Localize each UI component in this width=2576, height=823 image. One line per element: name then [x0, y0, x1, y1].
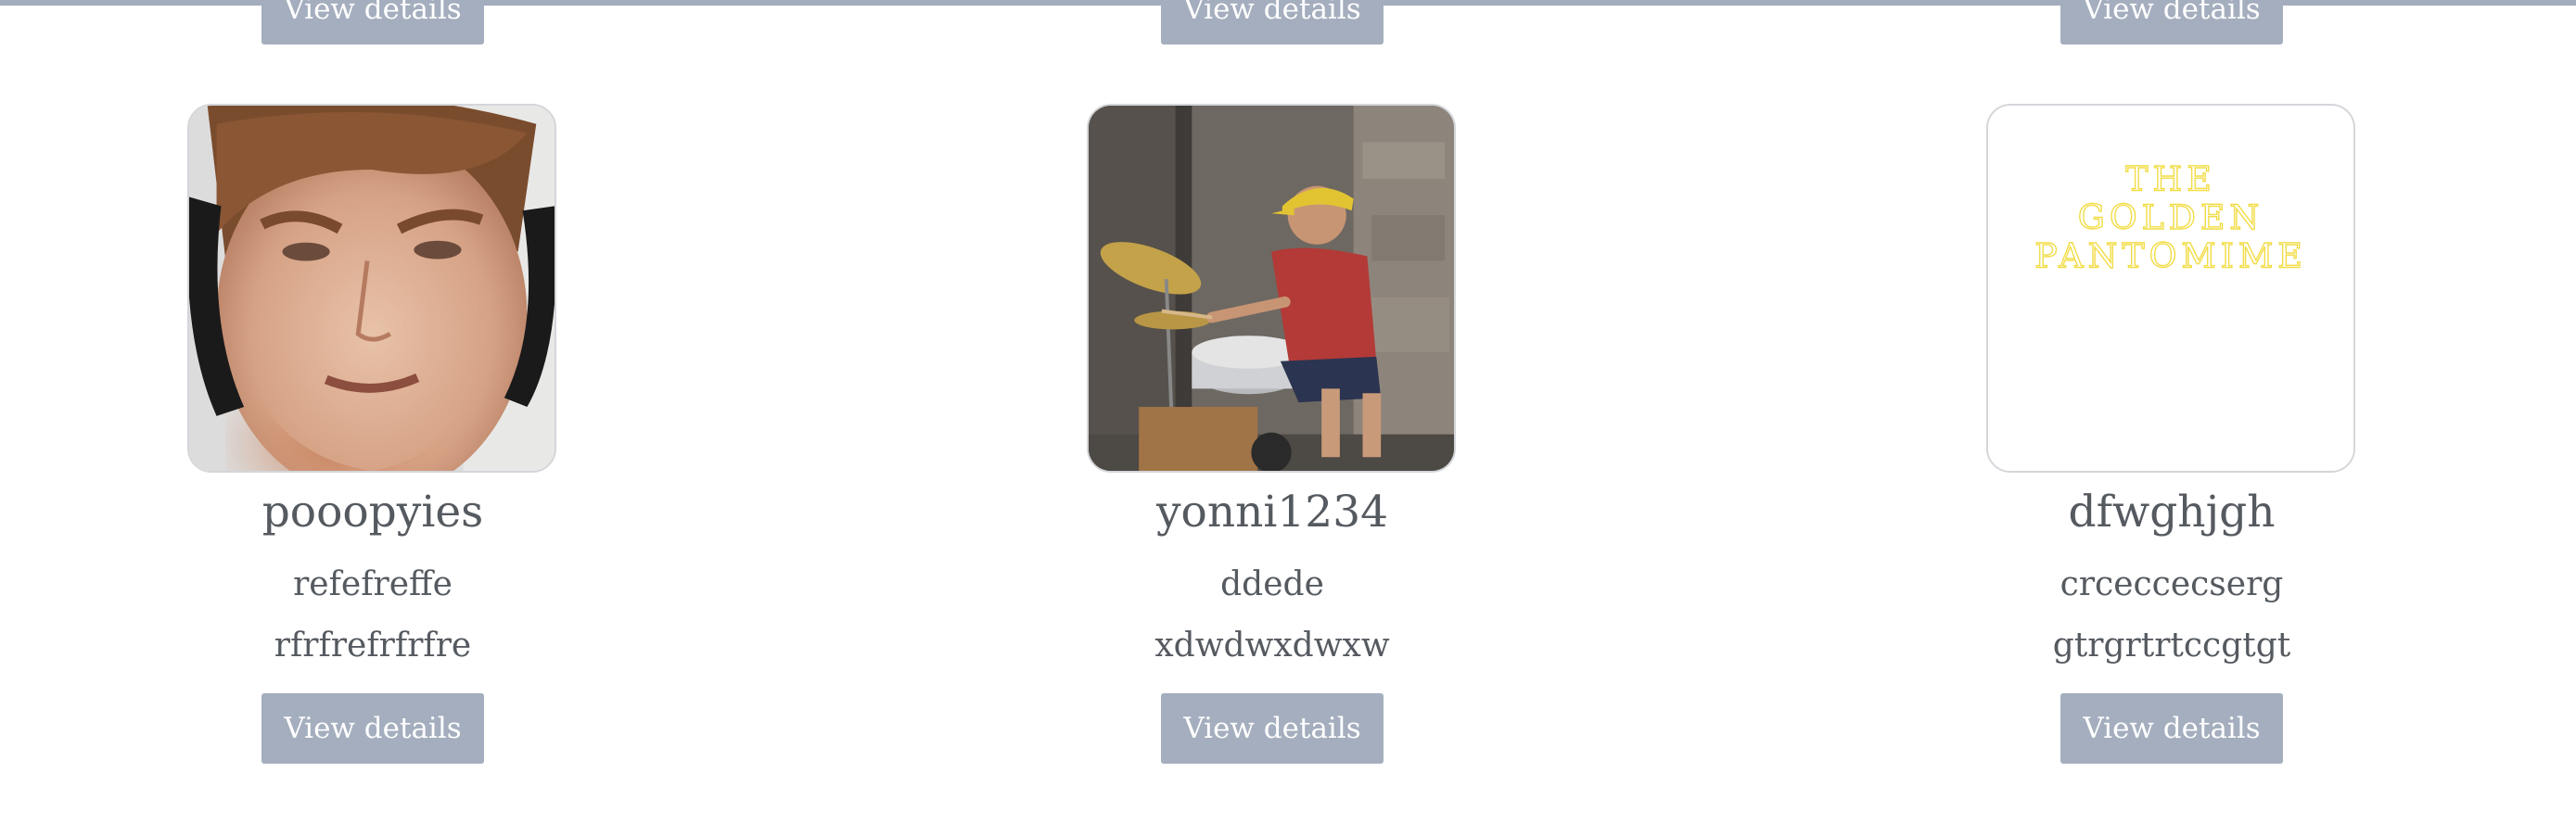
- profile-detail-line: ddede: [1220, 565, 1324, 603]
- profile-avatar[interactable]: [1087, 104, 1456, 473]
- avatar-logo-line: PANTOMIME: [2034, 235, 2306, 275]
- avatar-logo-line: GOLDEN: [2078, 197, 2264, 237]
- profile-detail-line: gtrgrtrtccgtgt: [2052, 627, 2291, 665]
- profile-username: pooopyies: [261, 487, 484, 538]
- avatar-logo-text: THE GOLDEN PANTOMIME: [1988, 106, 2353, 471]
- avatar-photo-drummer: [1089, 106, 1454, 471]
- view-details-button[interactable]: View details: [1161, 693, 1384, 764]
- profile-card: View details THE GOLDEN PANTOMIME dfwghj…: [1912, 0, 2431, 823]
- view-details-button[interactable]: View details: [2060, 0, 2283, 44]
- view-details-button[interactable]: View details: [261, 693, 484, 764]
- profile-username: dfwghjgh: [2068, 487, 2276, 538]
- profile-card: View details: [1013, 0, 1532, 823]
- profile-detail-line: refefreffe: [293, 565, 453, 603]
- view-details-button[interactable]: View details: [261, 0, 484, 44]
- view-details-button[interactable]: View details: [2060, 693, 2283, 764]
- avatar-photo-person: [189, 106, 555, 471]
- profile-avatar[interactable]: [187, 104, 556, 473]
- avatar-logo-line: THE: [2125, 159, 2215, 199]
- profile-detail-line: crceccecserg: [2060, 565, 2284, 603]
- view-details-button[interactable]: View details: [1161, 0, 1384, 44]
- profile-username: yonni1234: [1155, 487, 1389, 538]
- profile-card: View details: [113, 0, 632, 823]
- profile-avatar[interactable]: THE GOLDEN PANTOMIME: [1986, 104, 2355, 473]
- profile-detail-line: rfrfrefrfrfre: [274, 627, 472, 665]
- profile-grid: View details pooopyies refefreffe rfrfre…: [0, 0, 2576, 823]
- profile-detail-line: xdwdwxdwxw: [1154, 627, 1390, 665]
